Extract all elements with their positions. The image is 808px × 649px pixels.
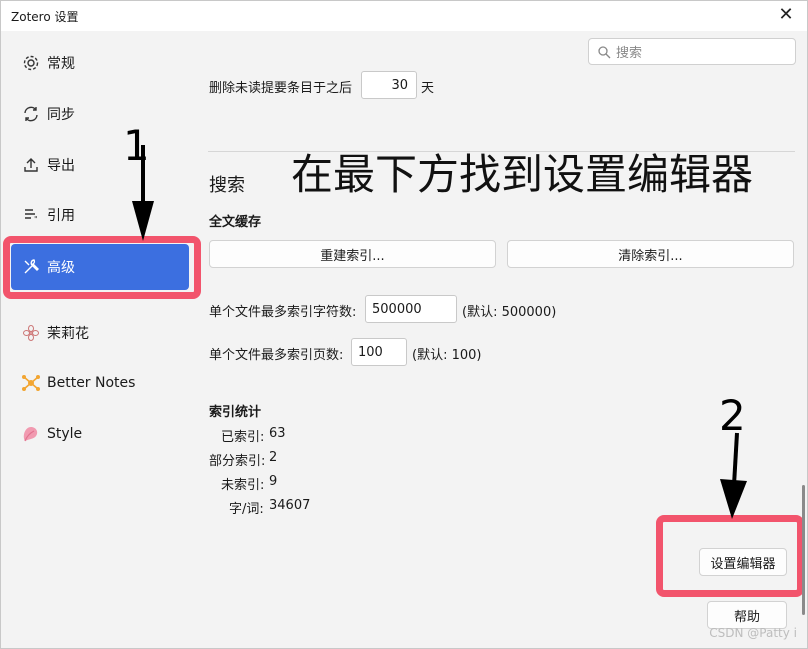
sidebar-item-label: 同步 [47, 107, 75, 123]
search-icon [597, 45, 611, 59]
max-pages-input[interactable]: 100 [351, 338, 407, 366]
watermark: CSDN @Patty i [709, 626, 797, 640]
max-pages-default: (默认: 100) [412, 348, 482, 363]
stats-words-label: 字/词: [229, 502, 264, 517]
max-chars-label: 单个文件最多索引字符数: [209, 305, 357, 320]
close-icon[interactable]: ✕ [773, 3, 799, 29]
clear-index-button[interactable]: 清除索引... [507, 240, 794, 268]
max-pages-value: 100 [358, 344, 383, 360]
max-chars-value: 500000 [372, 301, 422, 317]
max-chars-default: (默认: 500000) [462, 305, 557, 320]
sidebar-item-label: 常规 [47, 56, 75, 72]
delete-unread-value: 30 [391, 77, 408, 93]
stats-words-value: 34607 [269, 498, 311, 513]
palette-icon [21, 424, 41, 444]
delete-unread-label: 删除未读提要条目于之后 [209, 81, 353, 96]
settings-window: Zotero 设置 ✕ 常规 同步 导出 " 引用 高级 茉莉花 Better … [0, 0, 808, 649]
stats-unindexed-value: 9 [269, 474, 278, 489]
stats-heading: 索引统计 [209, 405, 262, 420]
max-pages-label: 单个文件最多索引页数: [209, 348, 344, 363]
sidebar-item-jasminum[interactable]: 茉莉花 [11, 313, 189, 353]
window-title: Zotero 设置 [11, 10, 79, 24]
stats-partial-value: 2 [269, 450, 278, 465]
fulltext-heading: 全文缓存 [209, 215, 262, 230]
max-chars-input[interactable]: 500000 [365, 295, 457, 323]
gear-icon [21, 53, 41, 73]
sidebar-item-style[interactable]: Style [11, 414, 189, 454]
sync-icon [21, 104, 41, 124]
search-heading: 搜索 [209, 175, 245, 196]
search-placeholder: 搜索 [616, 46, 643, 61]
stats-unindexed-label: 未索引: [221, 478, 265, 493]
quote-list-icon: " [21, 205, 41, 225]
sidebar: 常规 同步 导出 " 引用 高级 茉莉花 Better Notes Style [1, 31, 201, 649]
rebuild-index-button[interactable]: 重建索引... [209, 240, 496, 268]
export-icon [21, 155, 41, 175]
stats-indexed-label: 已索引: [221, 430, 265, 445]
highlight-box-advanced [3, 236, 201, 299]
sidebar-item-label: Better Notes [47, 375, 136, 391]
sidebar-item-sync[interactable]: 同步 [11, 94, 189, 134]
sidebar-item-label: 茉莉花 [47, 326, 89, 342]
sidebar-item-label: 导出 [47, 158, 75, 174]
config-editor-button[interactable]: 设置编辑器 [699, 548, 787, 576]
sidebar-item-better-notes[interactable]: Better Notes [11, 363, 189, 403]
delete-unread-unit: 天 [421, 81, 435, 96]
sidebar-item-cite[interactable]: " 引用 [11, 195, 189, 235]
scrollbar[interactable] [802, 485, 805, 615]
sidebar-item-label: 引用 [47, 208, 75, 224]
annotation-arrow-1 [132, 145, 154, 241]
flower-icon [21, 323, 41, 343]
annotation-overlay-text: 在最下方找到设置编辑器 [291, 150, 754, 199]
help-button[interactable]: 帮助 [707, 601, 787, 629]
sidebar-item-general[interactable]: 常规 [11, 43, 189, 83]
stats-partial-label: 部分索引: [209, 454, 266, 469]
search-input[interactable]: 搜索 [588, 38, 796, 65]
delete-unread-days-input[interactable]: 30 [361, 71, 417, 99]
svg-text:": " [34, 215, 38, 224]
title-bar: Zotero 设置 ✕ [1, 1, 807, 31]
annotation-arrow-2 [720, 432, 747, 519]
stats-indexed-value: 63 [269, 426, 286, 441]
sidebar-item-label: Style [47, 426, 83, 442]
network-icon [21, 373, 41, 393]
sidebar-item-export[interactable]: 导出 [11, 145, 189, 185]
